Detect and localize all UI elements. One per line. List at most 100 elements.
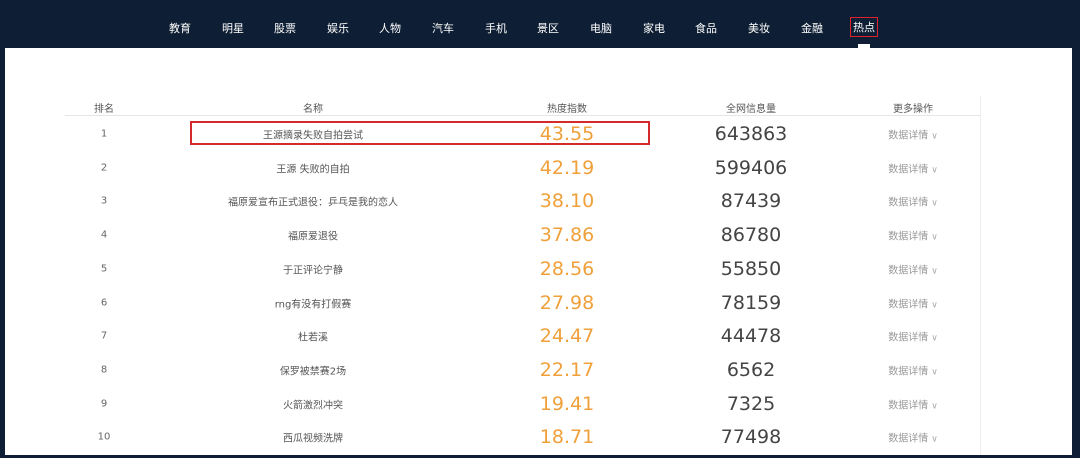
rank-cell: 4 [100,229,108,241]
data-detail-button[interactable]: 数据详情 ∨ [888,362,938,377]
data-detail-button[interactable]: 数据详情 ∨ [888,261,938,276]
table-row: 9 火箭激烈冲突 19.41 7325 数据详情 ∨ [5,387,1072,421]
header-info: 全网信息量 [726,104,776,115]
name-cell[interactable]: 保罗被禁赛2场 [280,362,346,377]
info-volume-cell: 44478 [720,325,782,348]
nav-item-computers[interactable]: 电脑 [590,20,612,36]
top-nav-bar: 教育 明星 股票 娱乐 人物 汽车 手机 景区 电脑 家电 食品 美妆 金融 热… [0,0,1080,48]
table-row: 7 杜若溪 24.47 44478 数据详情 ∨ [5,319,1072,353]
info-volume-cell: 643863 [714,123,788,145]
nav-item-beauty[interactable]: 美妆 [748,20,770,36]
name-cell[interactable]: 福原爱退役 [288,228,338,243]
nav-item-celebrity[interactable]: 明星 [222,20,244,36]
data-detail-label: 数据详情 [888,299,929,310]
data-detail-button[interactable]: 数据详情 ∨ [888,396,938,411]
highlight-box [190,121,650,145]
nav-item-food[interactable]: 食品 [695,20,717,36]
heat-index-cell: 42.19 [539,156,595,179]
data-detail-label: 数据详情 [888,400,929,412]
data-detail-button[interactable]: 数据详情 ∨ [888,127,938,142]
nav-item-stocks[interactable]: 股票 [274,20,296,36]
rank-cell: 5 [100,263,108,275]
info-volume-cell: 55850 [720,257,782,280]
rank-cell: 2 [100,162,108,174]
nav-item-cars[interactable]: 汽车 [432,20,454,36]
data-detail-label: 数据详情 [888,366,929,378]
chevron-down-icon: ∨ [931,165,938,176]
info-volume-cell: 7325 [726,392,776,415]
nav-item-scenic[interactable]: 景区 [537,20,559,36]
rank-cell: 3 [100,195,108,207]
name-cell[interactable]: 王源 失败的自拍 [276,160,349,175]
header-divider [65,115,980,116]
chevron-down-icon: ∨ [931,333,938,344]
header-rank: 排名 [94,104,114,115]
table-row: 3 福原爱宣布正式退役：乒乓是我的恋人 38.10 87439 数据详情 ∨ [5,184,1072,218]
data-detail-button[interactable]: 数据详情 ∨ [888,295,938,310]
nav-item-hot[interactable]: 热点 [850,17,878,37]
chevron-down-icon: ∨ [931,401,938,412]
heat-index-cell: 27.98 [539,291,595,314]
nav-item-appliances[interactable]: 家电 [643,20,665,36]
data-detail-label: 数据详情 [888,197,929,209]
chevron-down-icon: ∨ [931,434,938,445]
rank-cell: 8 [100,364,108,376]
rank-cell: 10 [97,431,111,443]
data-detail-label: 数据详情 [888,433,929,445]
header-more: 更多操作 [893,104,933,115]
chevron-down-icon: ∨ [931,300,938,310]
table-row: 4 福原爱退役 37.86 86780 数据详情 ∨ [5,218,1072,252]
info-volume-cell: 6562 [726,358,776,381]
rank-cell: 9 [100,398,108,410]
heat-index-cell: 24.47 [539,325,595,348]
hot-ranking-panel: 排名 名称 热度指数 全网信息量 更多操作 1 王源摘录失败自拍尝试 43.55 64… [5,48,1072,455]
name-cell[interactable]: rng有没有打假赛 [275,295,352,310]
heat-index-cell: 28.56 [539,257,595,280]
nav-item-finance[interactable]: 金融 [801,20,823,36]
data-detail-label: 数据详情 [888,231,929,243]
info-volume-cell: 78159 [720,291,782,314]
data-detail-button[interactable]: 数据详情 ∨ [888,228,938,243]
nav-item-people[interactable]: 人物 [379,20,401,36]
nav-item-entertainment[interactable]: 娱乐 [327,20,349,36]
heat-index-cell: 19.41 [539,392,595,415]
info-volume-cell: 87439 [720,190,782,213]
chevron-down-icon: ∨ [931,198,938,209]
nav-item-phones[interactable]: 手机 [485,20,507,36]
header-heat: 热度指数 [547,104,587,115]
header-name: 名称 [303,104,323,115]
info-volume-cell: 86780 [720,224,782,247]
chevron-down-icon: ∨ [931,367,938,378]
data-detail-button[interactable]: 数据详情 ∨ [888,194,938,209]
info-volume-cell: 599406 [714,156,788,179]
chevron-down-icon: ∨ [931,266,938,277]
name-cell[interactable]: 于正评论宁静 [283,261,343,276]
data-detail-button[interactable]: 数据详情 ∨ [888,430,938,445]
nav-item-education[interactable]: 教育 [169,20,191,36]
heat-index-cell: 22.17 [539,358,595,381]
info-volume-cell: 77498 [720,426,782,449]
table-row: 6 rng有没有打假赛 27.98 78159 数据详情 ∨ [5,286,1072,320]
heat-index-cell: 37.86 [539,224,595,247]
table-row: 10 西瓜视频洗牌 18.71 77498 数据详情 ∨ [5,420,1072,454]
name-cell[interactable]: 火箭激烈冲突 [283,396,343,411]
table-row: 5 于正评论宁静 28.56 55850 数据详情 ∨ [5,252,1072,286]
rank-cell: 1 [100,128,108,140]
heat-index-cell: 38.10 [539,190,595,213]
chevron-down-icon: ∨ [931,232,938,243]
rank-cell: 6 [100,297,108,308]
name-cell[interactable]: 福原爱宣布正式退役：乒乓是我的恋人 [228,194,398,209]
table-row: 2 王源 失败的自拍 42.19 599406 数据详情 ∨ [5,151,1072,185]
data-detail-button[interactable]: 数据详情 ∨ [888,329,938,344]
data-detail-label: 数据详情 [888,332,929,344]
table-header: 排名 名称 热度指数 全网信息量 更多操作 [5,96,1072,116]
data-detail-label: 数据详情 [888,164,929,176]
name-cell[interactable]: 西瓜视频洗牌 [283,430,343,445]
data-detail-button[interactable]: 数据详情 ∨ [888,160,938,175]
chevron-down-icon: ∨ [931,131,938,142]
name-cell[interactable]: 杜若溪 [298,329,328,344]
data-detail-label: 数据详情 [888,265,929,277]
table-row: 8 保罗被禁赛2场 22.17 6562 数据详情 ∨ [5,353,1072,387]
heat-index-cell: 18.71 [539,426,595,449]
data-detail-label: 数据详情 [888,130,929,142]
